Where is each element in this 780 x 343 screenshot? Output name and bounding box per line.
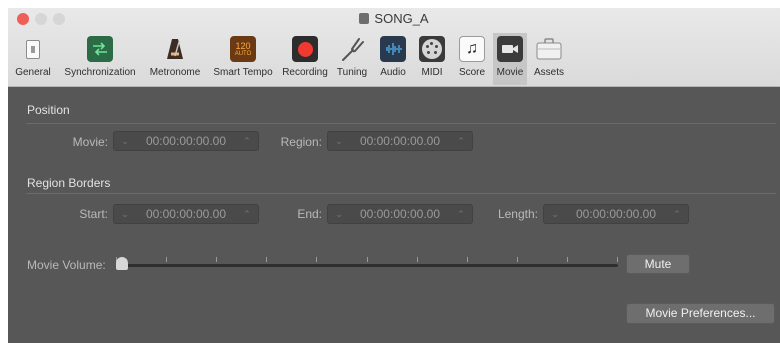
slider-tick [266, 257, 268, 262]
tab-label: Movie [496, 67, 524, 78]
tempo-value: 120 [235, 40, 251, 51]
tab-score[interactable]: ♫ Score [452, 33, 492, 85]
slider-tick [617, 257, 618, 262]
chevron-up-icon[interactable]: ⌃ [240, 134, 254, 148]
chevron-down-icon[interactable]: ⌄ [332, 207, 346, 221]
tab-label: Tuning [336, 67, 368, 78]
movie-position-field[interactable]: ⌄ 00:00:00:00.00 ⌃ [113, 131, 259, 151]
movie-volume-slider[interactable] [116, 264, 618, 267]
tab-label: Score [458, 67, 486, 78]
mute-button[interactable]: Mute [626, 254, 690, 274]
tab-label: Smart Tempo [213, 67, 273, 78]
section-title-position: Position [27, 103, 70, 117]
tab-label: Recording [282, 67, 328, 78]
toolbar: SONG_A General Synchronization Metronome… [8, 8, 780, 87]
slider-tick [166, 257, 168, 262]
tab-label: General [15, 67, 51, 78]
tempo-mode: AUTO [234, 50, 252, 57]
divider [26, 193, 776, 194]
slider-tick [366, 257, 368, 262]
region-start-value: 00:00:00:00.00 [145, 207, 227, 221]
audio-waveform-icon [380, 36, 406, 62]
tab-general[interactable]: General [8, 33, 58, 85]
midi-connector-icon [419, 36, 445, 62]
tab-midi[interactable]: MIDI [413, 33, 451, 85]
slider-tick [516, 257, 518, 262]
movie-position-value: 00:00:00:00.00 [145, 134, 227, 148]
region-end-value: 00:00:00:00.00 [359, 207, 441, 221]
tab-label: Synchronization [64, 67, 136, 78]
assets-briefcase-icon [536, 36, 562, 62]
region-position-value: 00:00:00:00.00 [359, 134, 441, 148]
score-note-icon: ♫ [459, 36, 485, 62]
tab-synchronization[interactable]: Synchronization [58, 33, 142, 85]
smart-tempo-icon: 120 AUTO [230, 36, 256, 62]
movie-preferences-button[interactable]: Movie Preferences... [626, 303, 775, 324]
tab-audio[interactable]: Audio [374, 33, 412, 85]
chevron-up-icon[interactable]: ⌃ [454, 207, 468, 221]
slider-tick [416, 257, 418, 262]
divider [26, 123, 776, 124]
metronome-icon [162, 36, 188, 62]
section-title-region-borders: Region Borders [27, 176, 111, 190]
synchronization-icon [87, 36, 113, 62]
movie-volume-slider-thumb[interactable] [116, 257, 128, 270]
tab-tuning[interactable]: Tuning [332, 33, 372, 85]
chevron-up-icon[interactable]: ⌃ [454, 134, 468, 148]
general-icon [20, 36, 46, 62]
region-position-label: Region: [280, 135, 322, 149]
chevron-down-icon[interactable]: ⌄ [118, 207, 132, 221]
tab-smart-tempo[interactable]: 120 AUTO Smart Tempo [208, 33, 278, 85]
chevron-up-icon[interactable]: ⌃ [670, 207, 684, 221]
tab-assets[interactable]: Assets [528, 33, 570, 85]
chevron-down-icon[interactable]: ⌄ [548, 207, 562, 221]
movie-position-label: Movie: [72, 135, 108, 149]
slider-tick [566, 257, 568, 262]
tab-label: MIDI [421, 67, 443, 78]
slider-tick [466, 257, 468, 262]
window-title-bar: SONG_A [8, 11, 780, 26]
region-start-label: Start: [79, 207, 108, 221]
tab-movie[interactable]: Movie [493, 33, 527, 85]
recording-icon [292, 36, 318, 62]
region-position-field[interactable]: ⌄ 00:00:00:00.00 ⌃ [327, 131, 473, 151]
chevron-down-icon[interactable]: ⌄ [332, 134, 346, 148]
movie-camera-icon [497, 36, 523, 62]
region-length-field[interactable]: ⌄ 00:00:00:00.00 ⌃ [543, 204, 689, 224]
region-length-value: 00:00:00:00.00 [575, 207, 657, 221]
region-end-label: End: [297, 207, 322, 221]
chevron-up-icon[interactable]: ⌃ [240, 207, 254, 221]
chevron-down-icon[interactable]: ⌄ [118, 134, 132, 148]
document-icon [359, 13, 370, 24]
tab-recording[interactable]: Recording [279, 33, 331, 85]
slider-tick [216, 257, 218, 262]
movie-volume-label: Movie Volume: [27, 258, 106, 272]
preferences-window: SONG_A General Synchronization Metronome… [8, 8, 780, 343]
tuning-fork-icon [339, 36, 365, 62]
slider-tick [316, 257, 318, 262]
tab-label: Metronome [149, 67, 201, 78]
region-start-field[interactable]: ⌄ 00:00:00:00.00 ⌃ [113, 204, 259, 224]
tab-label: Audio [380, 67, 406, 78]
tab-metronome[interactable]: Metronome [143, 33, 207, 85]
region-end-field[interactable]: ⌄ 00:00:00:00.00 ⌃ [327, 204, 473, 224]
window-title: SONG_A [374, 11, 429, 26]
tab-label: Assets [533, 67, 564, 78]
region-length-label: Length: [497, 207, 538, 221]
